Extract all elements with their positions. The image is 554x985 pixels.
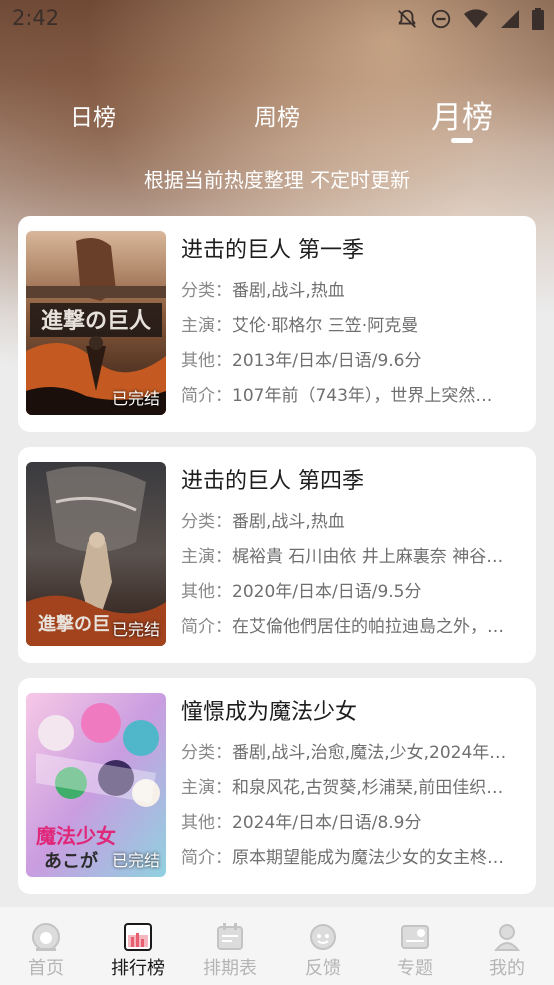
active-tab-indicator — [451, 138, 473, 143]
home-icon — [32, 923, 60, 951]
nav-profile[interactable]: 我的 — [461, 921, 553, 980]
wifi-icon — [464, 9, 488, 28]
svg-text:魔法少女: 魔法少女 — [36, 824, 116, 848]
ranking-icon — [124, 923, 152, 951]
anime-title: 憧憬成为魔法少女 — [181, 700, 358, 725]
anime-title: 进击的巨人 第四季 — [181, 469, 364, 494]
status-bar: 2:42 — [0, 0, 554, 38]
tab-weekly[interactable]: 周榜 — [217, 98, 337, 132]
anime-title: 进击的巨人 第一季 — [181, 238, 364, 263]
status-badge: 已完结 — [111, 851, 160, 870]
cast-row: 主演：梶裕貴 石川由依 井上麻裏奈 神谷… — [181, 547, 504, 567]
nav-ranking[interactable]: 排行榜 — [92, 921, 184, 980]
status-badge: 已完结 — [111, 620, 160, 639]
svg-text:あこが: あこが — [44, 850, 98, 872]
anime-card[interactable]: 進撃の巨人 已完结 进击的巨人 第一季 分类：番剧,战斗,热血 主演：艾伦·耶格… — [18, 216, 536, 432]
calendar-icon — [217, 923, 243, 950]
status-icons — [396, 8, 544, 30]
svg-text:進撃の巨人: 進撃の巨人 — [41, 308, 151, 334]
nav-feedback[interactable]: 反馈 — [277, 921, 369, 980]
profile-icon — [493, 924, 521, 951]
status-badge: 已完结 — [111, 389, 160, 408]
tab-daily[interactable]: 日榜 — [33, 98, 153, 132]
bottom-nav: 首页 排行榜 排期表 反馈 专题 我的 — [0, 907, 554, 985]
anime-card[interactable]: 魔法少女 あこが 已完结 憧憬成为魔法少女 分类：番剧,战斗,治愈,魔法,少女,… — [18, 678, 536, 894]
category-row: 分类：番剧,战斗,热血 — [181, 512, 345, 532]
poster-image: 魔法少女 あこが 已完结 — [26, 693, 166, 877]
other-row: 其他：2020年/日本/日语/9.5分 — [181, 582, 422, 602]
nav-home[interactable]: 首页 — [0, 921, 92, 980]
other-row: 其他：2024年/日本/日语/8.9分 — [181, 813, 422, 833]
category-row: 分类：番剧,战斗,热血 — [181, 281, 345, 301]
anime-card[interactable]: 進撃の巨 已完结 进击的巨人 第四季 分类：番剧,战斗,热血 主演：梶裕貴 石川… — [18, 447, 536, 663]
nav-topics[interactable]: 专题 — [369, 921, 461, 980]
intro-row: 简介：原本期望能成为魔法少女的女主柊… — [181, 848, 504, 868]
category-row: 分类：番剧,战斗,治愈,魔法,少女,2024年… — [181, 743, 507, 763]
nav-schedule[interactable]: 排期表 — [184, 921, 276, 980]
do-not-disturb-icon — [431, 9, 451, 29]
ranking-subtitle: 根据当前热度整理 不定时更新 — [143, 168, 411, 192]
notifications-off-icon — [398, 9, 416, 28]
cast-row: 主演：和泉风花,古贺葵,杉浦琹,前田佳织… — [181, 778, 504, 798]
svg-text:進撃の巨: 進撃の巨 — [38, 613, 110, 635]
poster-image: 進撃の巨 已完结 — [26, 462, 166, 646]
intro-row: 简介：107年前（743年），世界上突然… — [181, 386, 493, 406]
battery-icon — [532, 8, 544, 30]
feedback-icon — [310, 924, 336, 950]
cast-row: 主演：艾伦·耶格尔 三笠·阿克曼 — [181, 316, 419, 336]
other-row: 其他：2013年/日本/日语/9.6分 — [181, 351, 422, 371]
status-time: 2:42 — [12, 6, 60, 30]
intro-row: 简介：在艾倫他們居住的帕拉迪島之外，… — [181, 617, 504, 637]
topic-icon — [401, 925, 429, 949]
tab-monthly[interactable]: 月榜 — [402, 92, 522, 137]
poster-image: 進撃の巨人 已完结 — [26, 231, 166, 415]
cellular-signal-icon — [501, 10, 519, 28]
